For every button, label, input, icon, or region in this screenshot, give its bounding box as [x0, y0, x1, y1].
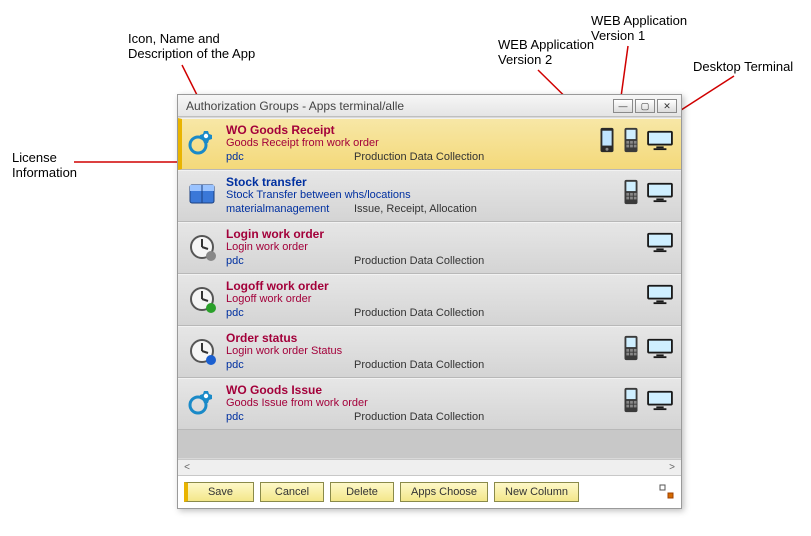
app-row[interactable]: Order statusLogin work order Status pdc Pr… [178, 326, 681, 378]
target-icons [621, 335, 675, 364]
app-text-block: Login work orderLogin work order pdc Produ… [226, 227, 639, 267]
app-description: Goods Receipt from work order [226, 137, 591, 149]
annotation-web-v1: WEB Application Version 1 [591, 14, 687, 44]
phone-icon [597, 127, 617, 153]
license-label: Production Data Collection [354, 255, 484, 267]
app-text-block: Logoff work orderLogoff work order pdc Pro… [226, 279, 639, 319]
scroll-left-button[interactable]: < [180, 462, 194, 473]
license-row: pdc Production Data Collection [226, 411, 615, 423]
app-name: Login work order [226, 227, 639, 241]
app-list: WO Goods ReceiptGoods Receipt from work … [178, 117, 681, 459]
maximize-button[interactable]: ▢ [635, 99, 655, 113]
monitor-target[interactable] [645, 181, 675, 206]
close-button[interactable]: ✕ [657, 99, 677, 113]
monitor-icon [645, 181, 675, 203]
license-label: Production Data Collection [354, 151, 484, 163]
titlebar: Authorization Groups - Apps terminal/all… [178, 95, 681, 117]
app-description: Login work order [226, 241, 639, 253]
monitor-icon [645, 283, 675, 305]
handheld-icon [621, 387, 641, 413]
license-label: Issue, Receipt, Allocation [354, 203, 477, 215]
app-text-block: WO Goods ReceiptGoods Receipt from work … [226, 123, 591, 163]
license-label: Production Data Collection [354, 359, 484, 371]
monitor-icon [645, 231, 675, 253]
annotation-web-v2: WEB Application Version 2 [498, 38, 594, 68]
target-icons [597, 127, 675, 156]
cancel-button[interactable]: Cancel [260, 482, 324, 502]
license-code: pdc [226, 411, 336, 423]
window-title: Authorization Groups - Apps terminal/all… [186, 99, 404, 113]
license-label: Production Data Collection [354, 307, 484, 319]
target-icons [645, 231, 675, 256]
app-name: WO Goods Receipt [226, 123, 591, 137]
license-code: pdc [226, 307, 336, 319]
monitor-icon [645, 129, 675, 151]
target-icons [621, 179, 675, 208]
monitor-target[interactable] [645, 283, 675, 308]
app-row[interactable]: Login work orderLogin work order pdc Produ… [178, 222, 681, 274]
minimize-button[interactable]: — [613, 99, 633, 113]
app-icon [186, 385, 218, 417]
app-row[interactable]: WO Goods IssueGoods Issue from work orde… [178, 378, 681, 430]
app-description: Stock Transfer between whs/locations [226, 189, 615, 201]
monitor-target[interactable] [645, 129, 675, 154]
annotation-desktop: Desktop Terminal [693, 60, 793, 75]
license-label: Production Data Collection [354, 411, 484, 423]
app-name: Logoff work order [226, 279, 639, 293]
annotation-license-info: License Information [12, 151, 77, 181]
app-name: Order status [226, 331, 615, 345]
app-text-block: Stock transferStock Transfer between whs… [226, 175, 615, 215]
app-name: WO Goods Issue [226, 383, 615, 397]
handheld-target[interactable] [621, 387, 641, 416]
dialog-window: Authorization Groups - Apps terminal/all… [177, 94, 682, 509]
target-icons [621, 387, 675, 416]
monitor-icon [645, 389, 675, 411]
save-button[interactable]: Save [184, 482, 254, 502]
annotation-icon-name-desc: Icon, Name and Description of the App [128, 32, 255, 62]
app-row[interactable]: WO Goods ReceiptGoods Receipt from work … [178, 118, 681, 170]
license-row: pdc Production Data Collection [226, 255, 639, 267]
footer-toolbar: Save Cancel Delete Apps Choose New Colum… [178, 475, 681, 508]
app-icon [186, 333, 218, 365]
monitor-icon [645, 337, 675, 359]
license-code: materialmanagement [226, 203, 336, 215]
app-description: Login work order Status [226, 345, 615, 357]
handheld-target[interactable] [621, 179, 641, 208]
apps-choose-button[interactable]: Apps Choose [400, 482, 488, 502]
handheld-icon [621, 179, 641, 205]
license-code: pdc [226, 255, 336, 267]
handheld-icon [621, 335, 641, 361]
license-code: pdc [226, 359, 336, 371]
license-code: pdc [226, 151, 336, 163]
app-description: Logoff work order [226, 293, 639, 305]
phone-target[interactable] [597, 127, 617, 156]
app-description: Goods Issue from work order [226, 397, 615, 409]
monitor-target[interactable] [645, 231, 675, 256]
app-name: Stock transfer [226, 175, 615, 189]
horizontal-scrollbar[interactable]: < > [178, 459, 681, 475]
app-icon [186, 229, 218, 261]
app-row[interactable]: Logoff work orderLogoff work order pdc Pro… [178, 274, 681, 326]
license-row: pdc Production Data Collection [226, 151, 591, 163]
app-text-block: WO Goods IssueGoods Issue from work orde… [226, 383, 615, 423]
scroll-right-button[interactable]: > [665, 462, 679, 473]
handheld-icon [621, 127, 641, 153]
license-row: materialmanagement Issue, Receipt, Alloca… [226, 203, 615, 215]
app-icon [186, 177, 218, 209]
delete-button[interactable]: Delete [330, 482, 394, 502]
target-icons [645, 283, 675, 308]
monitor-target[interactable] [645, 389, 675, 414]
handheld-target[interactable] [621, 127, 641, 156]
app-icon [186, 281, 218, 313]
app-icon [186, 125, 218, 157]
license-row: pdc Production Data Collection [226, 359, 615, 371]
new-column-button[interactable]: New Column [494, 482, 579, 502]
expand-icon[interactable] [659, 484, 675, 500]
handheld-target[interactable] [621, 335, 641, 364]
monitor-target[interactable] [645, 337, 675, 362]
license-row: pdc Production Data Collection [226, 307, 639, 319]
app-row[interactable]: Stock transferStock Transfer between whs… [178, 170, 681, 222]
app-text-block: Order statusLogin work order Status pdc Pr… [226, 331, 615, 371]
